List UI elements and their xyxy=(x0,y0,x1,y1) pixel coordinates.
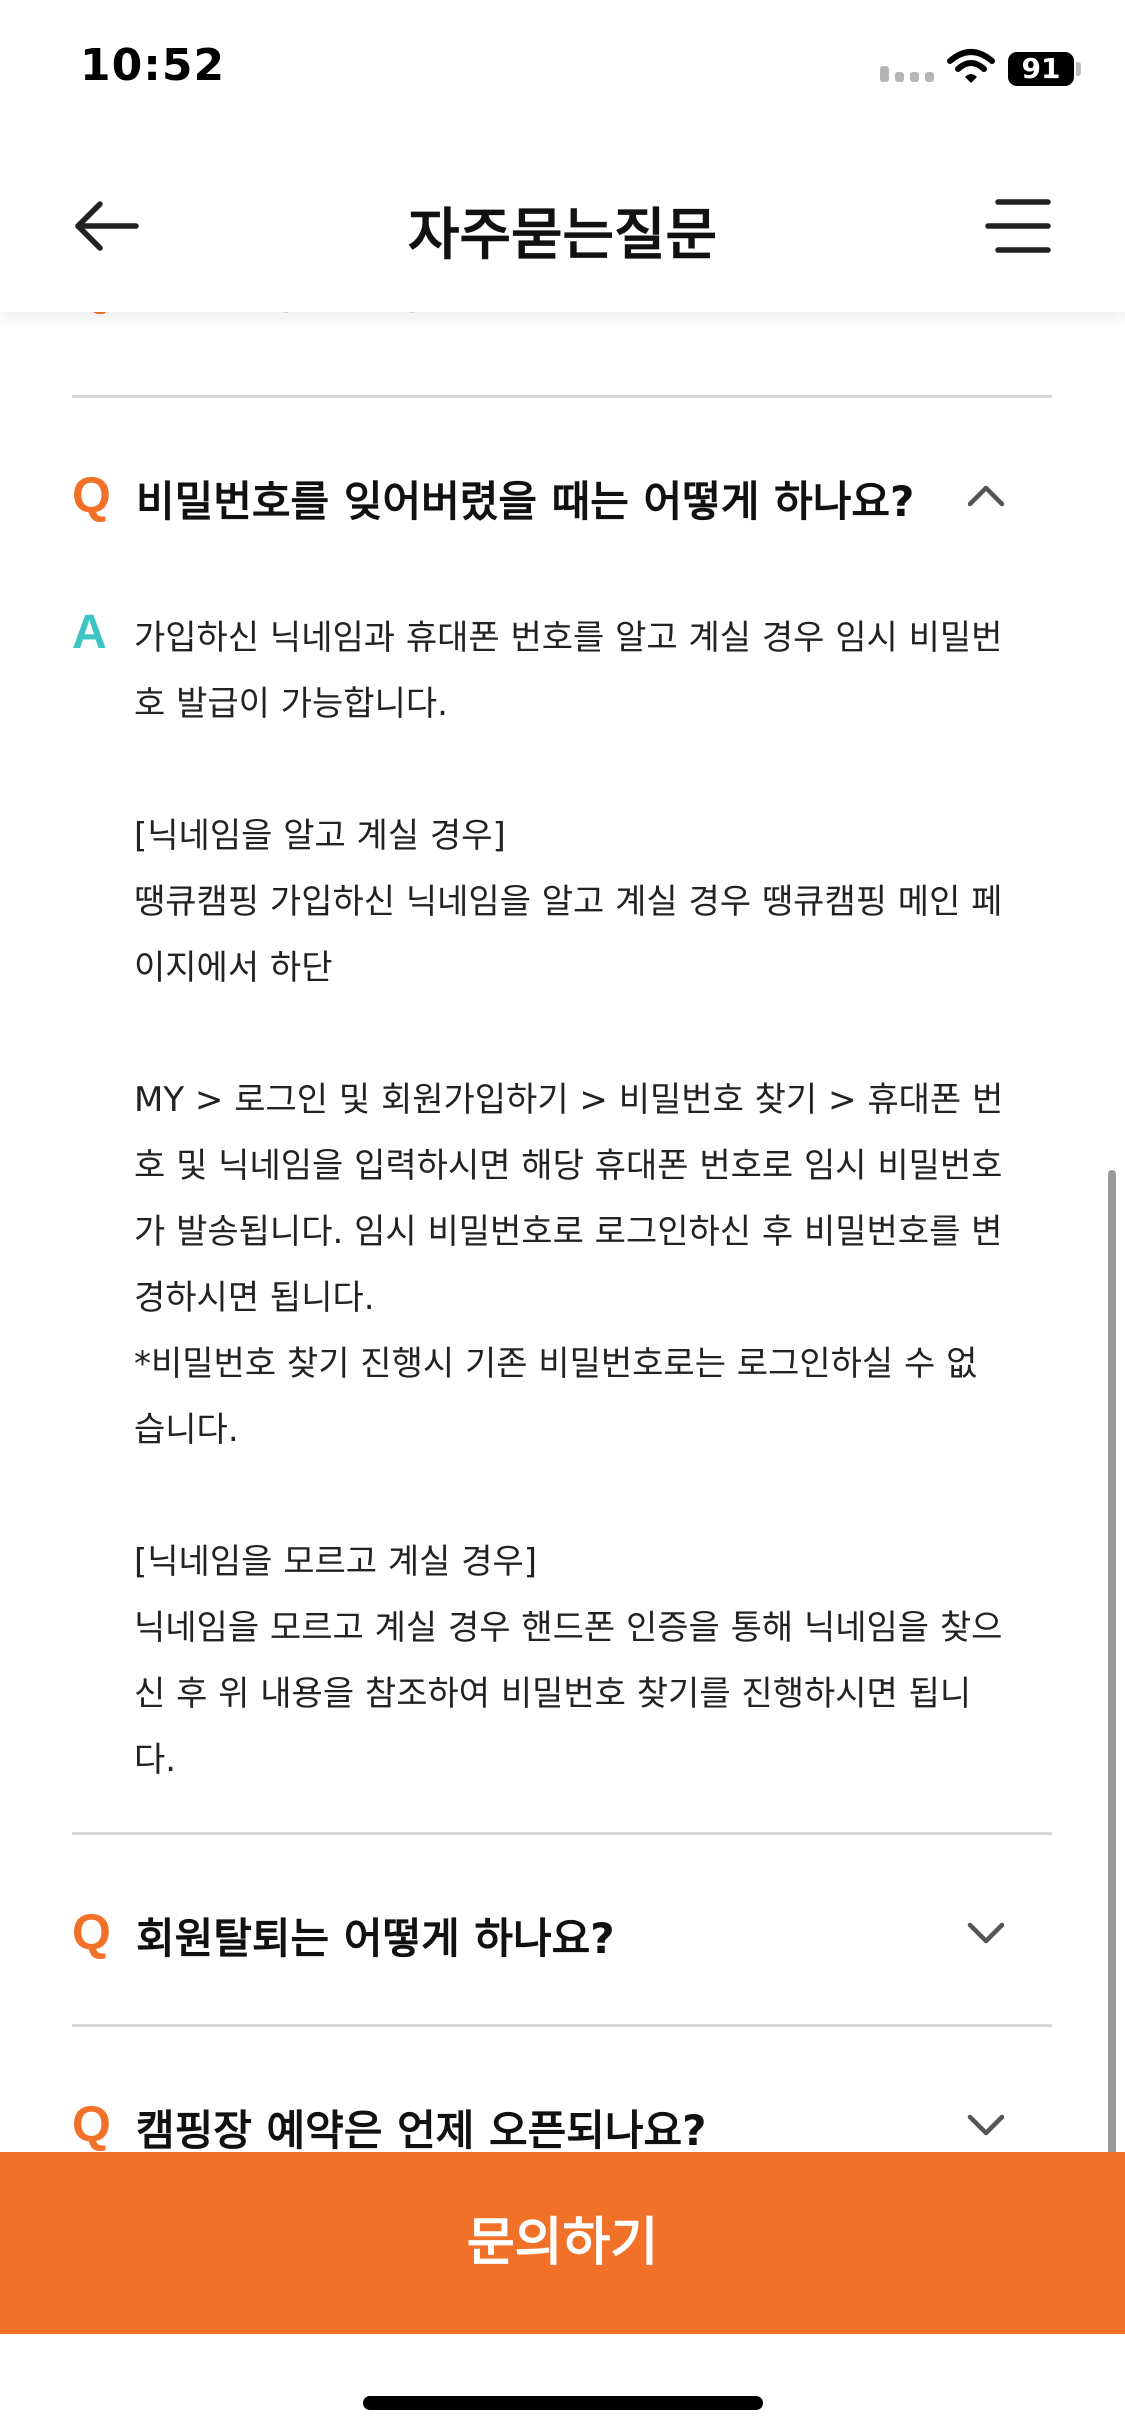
wifi-icon xyxy=(947,49,995,83)
app-header: 자주묻는질문 xyxy=(0,140,1125,312)
faq-divider xyxy=(72,2024,1052,2027)
chevron-down-icon[interactable] xyxy=(964,1911,1008,1955)
answer-mark-label: A xyxy=(72,606,107,659)
home-indicator[interactable] xyxy=(363,2396,763,2410)
question-mark-label: Q xyxy=(72,467,111,523)
faq-question-text: 회원탈퇴는 어떻게 하나요? xyxy=(136,1914,615,1963)
scrollbar[interactable] xyxy=(1108,1170,1116,2205)
chevron-up-icon[interactable] xyxy=(964,474,1008,518)
faq-answer-text: 가입하신 닉네임과 휴대폰 번호를 알고 계실 경우 임시 비밀번 호 발급이 … xyxy=(134,618,1004,1780)
page-title: 자주묻는질문 xyxy=(407,203,718,268)
question-mark-label: Q xyxy=(72,1904,111,1960)
battery-icon: 91 xyxy=(1008,52,1074,86)
faq-question-text: 캠핑장 예약은 언제 오픈되나요? xyxy=(136,2106,707,2155)
cellular-signal-icon xyxy=(880,66,934,82)
faq-item-password-reset[interactable]: Q 비밀번호를 잊어버렸을 때는 어떻게 하나요? xyxy=(72,446,1052,546)
status-bar: 10:52 91 xyxy=(0,0,1125,140)
question-mark-label: Q xyxy=(72,2096,111,2152)
faq-divider xyxy=(72,1832,1052,1835)
faq-question-text: 비밀번호를 잊어버렸을 때는 어떻게 하나요? xyxy=(136,477,915,526)
menu-icon[interactable] xyxy=(984,196,1052,256)
battery-tip xyxy=(1076,62,1081,76)
chevron-down-icon[interactable] xyxy=(964,2103,1008,2147)
inquiry-button[interactable]: 문의하기 xyxy=(0,2152,1125,2334)
faq-list: Q 광고란 무엇인가요? Q 비밀번호를 잊어버렸을 때는 어떻게 하나요? A… xyxy=(0,0,1125,2436)
faq-divider xyxy=(72,395,1052,398)
status-time: 10:52 xyxy=(80,40,226,91)
faq-item-withdrawal[interactable]: Q 회원탈퇴는 어떻게 하나요? xyxy=(72,1883,1052,1983)
home-indicator-area xyxy=(0,2334,1125,2436)
faq-screen: Q 광고란 무엇인가요? Q 비밀번호를 잊어버렸을 때는 어떻게 하나요? A… xyxy=(0,0,1125,2436)
